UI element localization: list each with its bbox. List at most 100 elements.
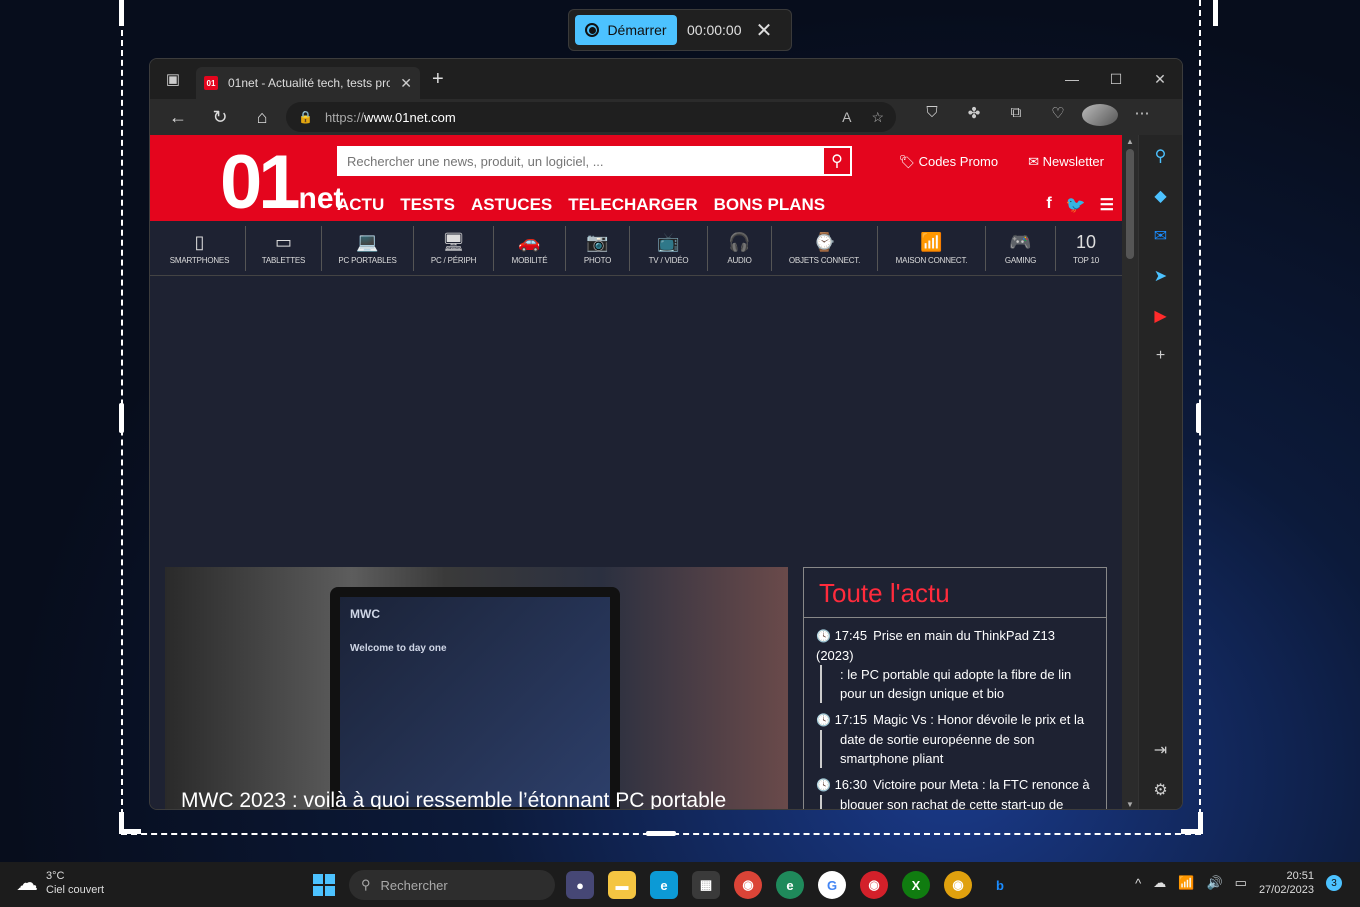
wifi-icon[interactable]: 📶 — [1178, 875, 1194, 891]
category-maison-connect-[interactable]: 📶 MAISON CONNECT. — [878, 225, 986, 271]
category-tablettes[interactable]: ▭ TABLETTES — [246, 225, 322, 271]
scroll-down-icon[interactable]: ▼ — [1122, 800, 1138, 809]
category-icon: ⌚ — [813, 231, 836, 252]
news-heading[interactable]: Toute l'actu — [804, 568, 1106, 618]
profile-avatar[interactable] — [1082, 104, 1118, 130]
category-audio[interactable]: 🎧 AUDIO — [708, 225, 772, 271]
start-button[interactable] — [313, 874, 335, 896]
favorite-add-icon[interactable]: ☆ — [871, 109, 884, 126]
newsletter-link[interactable]: ✉ Newsletter — [1028, 154, 1104, 170]
search-icon[interactable]: ⚲ — [822, 146, 852, 176]
capture-handle-right[interactable] — [1196, 403, 1201, 433]
recording-timer: 00:00:00 — [687, 22, 742, 38]
sidebar-youtube-icon[interactable]: ▶ — [1150, 305, 1172, 327]
maximize-button[interactable]: ☐ — [1094, 71, 1138, 88]
recorder-app-icon[interactable]: ◉ — [860, 871, 888, 899]
sidebar-add-icon[interactable]: + — [1150, 345, 1172, 367]
file-explorer-icon[interactable]: ▬ — [608, 871, 636, 899]
nav-bons-plans[interactable]: BONS PLANS — [714, 195, 825, 215]
notification-badge[interactable]: 3 — [1326, 875, 1342, 891]
cloud-status-icon[interactable]: ☁ — [1153, 875, 1166, 891]
edge-canary-icon[interactable]: e — [776, 871, 804, 899]
category-top-10[interactable]: 10 TOP 10 — [1056, 226, 1116, 271]
site-search-input[interactable] — [337, 146, 822, 176]
nav-actu[interactable]: ACTU — [337, 195, 384, 215]
show-hidden-icon[interactable]: ^ — [1135, 876, 1141, 891]
capture-handle-left[interactable] — [119, 403, 124, 433]
sidebar-outlook-icon[interactable]: ✉ — [1150, 225, 1172, 247]
sidebar-send-icon[interactable]: ➤ — [1150, 265, 1172, 287]
extensions-icon[interactable]: ✤ — [956, 104, 992, 130]
codes-promo-link[interactable]: 🏷 Codes Promo — [898, 154, 998, 170]
facebook-icon[interactable]: f — [1046, 195, 1051, 215]
lock-icon[interactable]: 🔒 — [298, 110, 313, 124]
refresh-button[interactable]: ↻ — [202, 107, 238, 128]
favorites-icon[interactable]: ♡ — [1040, 104, 1076, 130]
news-item[interactable]: 🕓 16:30 Victoire pour Meta : la FTC renon… — [816, 775, 1094, 809]
battery-icon[interactable]: ▭ — [1235, 875, 1247, 891]
close-tab-icon[interactable]: ✕ — [400, 75, 412, 92]
teams-app-icon[interactable]: ● — [566, 871, 594, 899]
category-photo[interactable]: 📷 PHOTO — [566, 225, 630, 271]
close-window-button[interactable]: ✕ — [1138, 71, 1182, 88]
capture-handle-bottom[interactable] — [646, 831, 676, 836]
capture-handle-bottom-right[interactable] — [1181, 812, 1203, 834]
home-button[interactable]: ⌂ — [244, 107, 280, 128]
news-item[interactable]: 🕓 17:45 Prise en main du ThinkPad Z13 (20… — [816, 626, 1094, 703]
weather-widget[interactable]: ☁ 3°C Ciel couvert — [16, 869, 104, 897]
xbox-app-icon[interactable]: X — [902, 871, 930, 899]
hero-article[interactable]: MWC Welcome to day one MWC 2023 : voilà … — [165, 567, 788, 809]
hero-title[interactable]: MWC 2023 : voilà à quoi ressemble l’éton… — [181, 789, 726, 809]
url-field[interactable]: 🔒 https://www.01net.com A ☆ — [286, 102, 896, 132]
site-logo[interactable]: 01 net — [220, 139, 344, 226]
capture-handle-top-right[interactable] — [1196, 0, 1218, 26]
tab-actions-icon[interactable]: ▣ — [150, 70, 196, 88]
category-mobilit-[interactable]: 🚗 MOBILITÉ — [494, 225, 566, 271]
start-recording-button[interactable]: Démarrer — [575, 15, 677, 45]
hero-image: MWC Welcome to day one — [330, 587, 620, 809]
category-objets-connect-[interactable]: ⌚ OBJETS CONNECT. — [772, 225, 878, 271]
taskbar-search[interactable]: ⚲ Rechercher — [349, 870, 555, 900]
category-label: SMARTPHONES — [169, 255, 230, 265]
category-smartphones[interactable]: ▯ SMARTPHONES — [154, 225, 246, 271]
sidebar-hide-icon[interactable]: ⇥ — [1150, 739, 1172, 761]
chrome-canary-icon[interactable]: ◉ — [944, 871, 972, 899]
bing-app-icon[interactable]: b — [986, 871, 1014, 899]
nav-tests[interactable]: TESTS — [400, 195, 455, 215]
clock[interactable]: 20:51 27/02/2023 — [1259, 869, 1314, 897]
close-recorder-button[interactable]: ✕ — [751, 18, 777, 43]
sidebar-search-icon[interactable]: ⚲ — [1150, 145, 1172, 167]
category-pc-p-riph[interactable]: 🖥 PC / PÉRIPH — [414, 225, 494, 271]
read-aloud-icon[interactable]: A — [842, 109, 851, 126]
back-button[interactable]: ← — [160, 107, 196, 128]
scroll-thumb[interactable] — [1126, 149, 1134, 259]
sidebar-settings-icon[interactable]: ⚙ — [1150, 779, 1172, 801]
twitter-icon[interactable]: 🐦 — [1066, 195, 1086, 215]
more-menu-icon[interactable]: ⋯ — [1124, 104, 1160, 130]
new-tab-button[interactable]: + — [432, 68, 444, 91]
url-text: https://www.01net.com — [324, 109, 456, 125]
category-tv-vid-o[interactable]: 📺 TV / VIDÉO — [630, 225, 708, 271]
scroll-up-icon[interactable]: ▲ — [1122, 137, 1138, 146]
store-app-icon[interactable]: ▦ — [692, 871, 720, 899]
capture-handle-bottom-left[interactable] — [119, 812, 141, 834]
volume-icon[interactable]: 🔊 — [1206, 875, 1222, 891]
news-feed: Toute l'actu 🕓 17:45 Prise en main du Thi… — [803, 567, 1107, 809]
category-gaming[interactable]: 🎮 GAMING — [986, 225, 1056, 271]
google-app-icon[interactable]: G — [818, 871, 846, 899]
category-pc-portables[interactable]: 💻 PC PORTABLES — [322, 225, 414, 271]
collections-icon[interactable]: ⧉ — [998, 104, 1034, 130]
sidebar-shopping-icon[interactable]: ◆ — [1150, 185, 1172, 207]
nav-telecharger[interactable]: TELECHARGER — [568, 195, 697, 215]
minimize-button[interactable]: — — [1050, 71, 1094, 88]
category-label: OBJETS CONNECT. — [788, 255, 861, 265]
news-item[interactable]: 🕓 17:15 Magic Vs : Honor dévoile le prix … — [816, 710, 1094, 768]
edge-app-icon[interactable]: e — [650, 871, 678, 899]
nav-astuces[interactable]: ASTUCES — [471, 195, 552, 215]
shield-icon[interactable]: ⛉ — [914, 104, 950, 130]
menu-icon[interactable]: ☰ — [1100, 195, 1114, 215]
capture-handle-top-left[interactable] — [119, 0, 141, 26]
tab-01net[interactable]: 01 01net - Actualité tech, tests prod ✕ — [196, 67, 420, 99]
chrome-app-icon[interactable]: ◉ — [734, 871, 762, 899]
page-scrollbar[interactable]: ▲ ▼ — [1122, 135, 1138, 809]
